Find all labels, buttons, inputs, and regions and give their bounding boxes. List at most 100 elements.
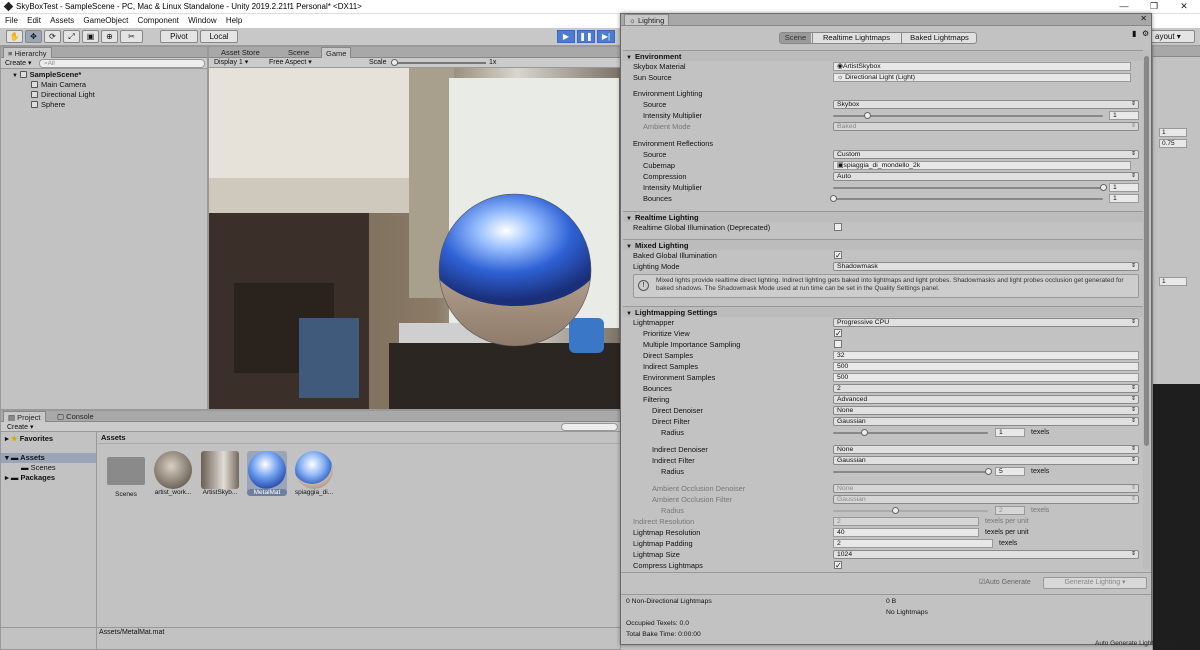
indirect-radius-slider[interactable] [833, 471, 988, 473]
env-samples-field[interactable]: 500 [833, 373, 1139, 382]
asset-tile-artist-work[interactable]: artist_work... [153, 451, 193, 496]
lighting-scrollbar[interactable] [1143, 50, 1150, 570]
refl-bounces-slider[interactable] [833, 198, 1103, 200]
baked-gi-checkbox[interactable]: ✓ [834, 251, 842, 260]
indirect-filter-dropdown[interactable]: Gaussian ⇕ [833, 456, 1139, 465]
tab-realtime-lightmaps[interactable]: Realtime Lightmaps [812, 33, 900, 43]
transform-tool-icon[interactable]: ⊕ [101, 30, 118, 43]
favorites-item[interactable]: ▸ ★ Favorites [5, 434, 53, 444]
maximize-button[interactable]: ❐ [1139, 0, 1169, 13]
menu-gameobject[interactable]: GameObject [83, 14, 128, 28]
scale-slider-knob[interactable] [391, 59, 398, 66]
direct-radius-slider[interactable] [833, 432, 988, 434]
env-intensity-slider-knob[interactable] [863, 112, 871, 119]
inspector-field-3[interactable]: 1 [1159, 277, 1187, 286]
lighting-scrollbar-thumb[interactable] [1144, 56, 1149, 446]
hierarchy-item-sphere[interactable]: Sphere [31, 100, 65, 110]
minimize-button[interactable]: — [1109, 0, 1139, 13]
env-intensity-field[interactable]: 1 [1109, 111, 1139, 120]
filtering-dropdown[interactable]: Advanced ⇕ [833, 395, 1139, 404]
env-intensity-slider[interactable] [833, 115, 1103, 117]
refl-bounces-field[interactable]: 1 [1109, 194, 1139, 203]
tab-baked-lightmaps[interactable]: Baked Lightmaps [901, 33, 977, 43]
section-mixed-lighting[interactable]: ▼ Mixed Lighting [623, 239, 1143, 250]
direct-samples-field[interactable]: 32 [833, 351, 1139, 360]
hierarchy-search-input[interactable]: ⌕All [39, 59, 205, 68]
menu-edit[interactable]: Edit [27, 14, 41, 28]
hierarchy-item-main-camera[interactable]: Main Camera [31, 80, 86, 90]
lightmap-resolution-field[interactable]: 40 [833, 528, 979, 537]
menu-file[interactable]: File [5, 14, 18, 28]
refl-source-dropdown[interactable]: Custom ⇕ [833, 150, 1139, 159]
direct-denoiser-dropdown[interactable]: None ⇕ [833, 406, 1139, 415]
refl-bounces-slider-knob[interactable] [830, 195, 837, 202]
direct-radius-slider-knob[interactable] [861, 429, 868, 436]
tab-asset-store[interactable]: Asset Store [217, 47, 264, 58]
direct-filter-dropdown[interactable]: Gaussian ⇕ [833, 417, 1139, 426]
book-icon[interactable]: ▮ [1132, 29, 1136, 38]
skybox-material-field[interactable]: ◉ArtistSkybox [833, 62, 1131, 71]
asset-tile-metalmat[interactable]: MetalMat [247, 451, 287, 496]
menu-assets[interactable]: Assets [50, 14, 74, 28]
bounces-dropdown[interactable]: 2 ⇕ [833, 384, 1139, 393]
asset-tile-scenes[interactable]: Scenes [106, 451, 146, 498]
custom-tool-icon[interactable]: ✂ [120, 30, 143, 43]
section-lightmapping[interactable]: ▼ Lightmapping Settings [623, 306, 1143, 317]
lightmapper-dropdown[interactable]: Progressive CPU ⇕ [833, 318, 1139, 327]
step-button[interactable]: ▶| [597, 30, 615, 43]
tab-game[interactable]: Game [321, 47, 352, 58]
hierarchy-item-directional-light[interactable]: Directional Light [31, 90, 95, 100]
asset-tile-spiaggia[interactable]: spiaggia_di... [294, 451, 334, 496]
tab-console[interactable]: ▢ Console [53, 411, 98, 422]
auto-generate-toggle[interactable]: ☑Auto Generate [979, 578, 1031, 586]
project-breadcrumb[interactable]: Assets [98, 432, 620, 444]
aspect-dropdown[interactable]: Free Aspect ▾ [269, 58, 312, 67]
indirect-denoiser-dropdown[interactable]: None ⇕ [833, 445, 1139, 454]
cubemap-field[interactable]: ▣spiaggia_di_mondello_2k [833, 161, 1131, 170]
asset-tile-artist-skybox[interactable]: ArtistSkyb... [200, 451, 240, 496]
scale-tool-icon[interactable]: ⤢ [63, 30, 80, 43]
refl-intensity-field[interactable]: 1 [1109, 183, 1139, 192]
inspector-field-1[interactable]: 1 [1159, 128, 1187, 137]
display-dropdown[interactable]: Display 1 ▾ [214, 58, 248, 67]
env-source-dropdown[interactable]: Skybox ⇕ [833, 100, 1139, 109]
rotate-tool-icon[interactable]: ⟳ [44, 30, 61, 43]
lightmap-size-dropdown[interactable]: 1024 ⇕ [833, 550, 1139, 559]
menu-window[interactable]: Window [188, 14, 216, 28]
layout-dropdown[interactable]: ayout ▾ [1150, 30, 1195, 43]
tab-lighting[interactable]: ☼ Lighting [624, 14, 670, 25]
section-environment[interactable]: ▼ Environment [623, 50, 1143, 61]
indirect-samples-field[interactable]: 500 [833, 362, 1139, 371]
menu-help[interactable]: Help [226, 14, 242, 28]
project-search-input[interactable] [561, 423, 618, 431]
menu-component[interactable]: Component [138, 14, 179, 28]
direct-radius-field[interactable]: 1 [995, 428, 1025, 437]
pause-button[interactable]: ❚❚ [577, 30, 595, 43]
lightmap-padding-field[interactable]: 2 [833, 539, 993, 548]
pivot-toggle[interactable]: Pivot [160, 30, 198, 43]
inspector-field-2[interactable]: 0.75 [1159, 139, 1187, 148]
generate-lighting-button[interactable]: Generate Lighting ▾ [1043, 577, 1147, 589]
hand-tool-icon[interactable]: ✋ [6, 30, 23, 43]
assets-folder-item[interactable]: ▾ ▬ Assets [1, 453, 96, 463]
tab-scene[interactable]: Scene [284, 47, 313, 58]
mis-checkbox[interactable] [834, 340, 842, 348]
scenes-folder-item[interactable]: ▬ Scenes [21, 463, 56, 473]
sun-source-field[interactable]: ☼ Directional Light (Light) [833, 73, 1131, 82]
project-create-dropdown[interactable]: Create ▾ [7, 423, 33, 431]
play-button[interactable]: ▶ [557, 30, 575, 43]
indirect-radius-slider-knob[interactable] [985, 468, 992, 475]
move-tool-icon[interactable]: ✥ [25, 30, 42, 43]
refl-intensity-slider-knob[interactable] [1100, 184, 1107, 191]
prioritize-view-checkbox[interactable]: ✓ [834, 329, 842, 338]
lighting-mode-dropdown[interactable]: Shadowmask ⇕ [833, 262, 1139, 271]
packages-folder-item[interactable]: ▸ ▬ Packages [5, 473, 55, 483]
hierarchy-create-dropdown[interactable]: Create ▾ [5, 59, 31, 67]
tab-scene-lighting[interactable]: Scene [780, 33, 811, 43]
local-toggle[interactable]: Local [200, 30, 238, 43]
settings-icon[interactable]: ⚙ [1142, 29, 1149, 38]
tab-hierarchy[interactable]: ≡ Hierarchy [3, 47, 52, 58]
refl-intensity-slider[interactable] [833, 187, 1103, 189]
section-realtime-lighting[interactable]: ▼ Realtime Lighting [623, 211, 1143, 222]
realtime-gi-checkbox[interactable] [834, 223, 842, 231]
